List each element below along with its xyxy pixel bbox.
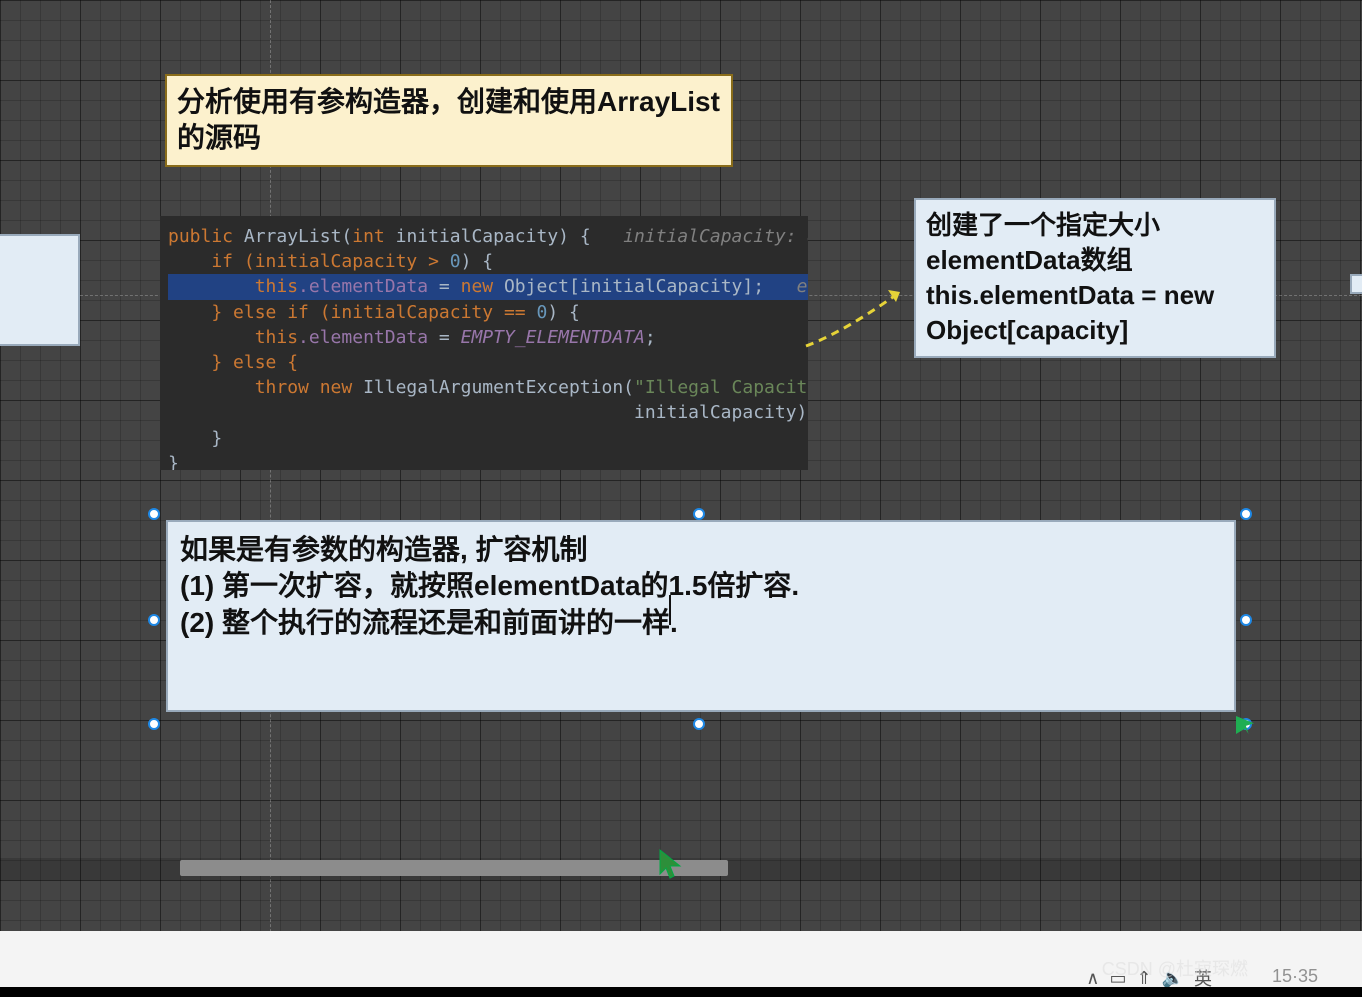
code-param: initialCapacity) { — [385, 226, 623, 247]
callout-line2: this.elementData = new Object[capacity] — [926, 278, 1264, 348]
code-class: ArrayList( — [233, 226, 352, 247]
code-throw-cls: IllegalArgumentException( — [352, 377, 634, 398]
selection-handle-nw[interactable] — [148, 508, 160, 520]
hl-obj: Object[initialCapacity]; — [493, 276, 796, 297]
code-elseif-end: ) { — [547, 302, 580, 323]
title-text: 分析使用有参构造器，创建和使用ArrayList 的源码 — [177, 86, 720, 153]
highlighted-line: this.elementData = new Object[initialCap… — [168, 274, 808, 299]
code-comment: initialCapacity: 8 — [623, 226, 808, 247]
offscreen-note-left[interactable] — [0, 234, 80, 346]
code-this2: this — [168, 327, 298, 348]
horizontal-scrollbar-thumb[interactable] — [180, 860, 728, 876]
title-note[interactable]: 分析使用有参构造器，创建和使用ArrayList 的源码 — [165, 74, 733, 167]
selection-handle-s[interactable] — [693, 718, 705, 730]
code-if: if (initialCapacity > — [168, 251, 450, 272]
code-throw: throw new — [168, 377, 352, 398]
code-zero: 0 — [450, 251, 461, 272]
selection-handle-w[interactable] — [148, 614, 160, 626]
code-const: EMPTY_ELEMENTDATA — [461, 327, 645, 348]
kw-int: int — [352, 226, 385, 247]
bottom-letterbox — [0, 987, 1362, 997]
callout-note[interactable]: 创建了一个指定大小elementData数组 this.elementData … — [914, 198, 1276, 358]
code-elseif: } else if (initialCapacity == — [168, 302, 536, 323]
hl-field: .elementData — [298, 276, 428, 297]
code-else: } else { — [168, 352, 298, 373]
selection-handle-n[interactable] — [693, 508, 705, 520]
code-zero2: 0 — [536, 302, 547, 323]
taskbar-clock[interactable]: 15·35 — [1272, 966, 1318, 987]
code-screenshot: public ArrayList(int initialCapacity) { … — [160, 216, 808, 470]
code-brace: ) { — [461, 251, 494, 272]
selection-handle-ne[interactable] — [1240, 508, 1252, 520]
hl-new: new — [461, 276, 494, 297]
selection-handle-sw[interactable] — [148, 718, 160, 730]
text-caret — [669, 595, 671, 625]
tray-chevron-icon[interactable]: ∧ — [1086, 968, 1099, 989]
notes-line3: (2) 整个执行的流程还是和前面讲的一样. — [180, 605, 1222, 641]
offscreen-note-right[interactable] — [1350, 274, 1362, 294]
callout-line1: 创建了一个指定大小elementData数组 — [926, 208, 1264, 278]
code-throw-str: "Illegal Capacity: " — [634, 377, 808, 398]
code-throw-arg: initialCapacity); — [168, 402, 808, 423]
code-close2: } — [168, 453, 179, 470]
notes-box[interactable]: 如果是有参数的构造器, 扩容机制 (1) 第一次扩容，就按照elementDat… — [166, 520, 1236, 712]
code-field2: .elementData — [298, 327, 428, 348]
kw-public: public — [168, 226, 233, 247]
hl-this: this — [168, 276, 298, 297]
notes-line1: 如果是有参数的构造器, 扩容机制 — [180, 532, 1222, 568]
selection-handle-e[interactable] — [1240, 614, 1252, 626]
notes-line2: (1) 第一次扩容，就按照elementData的1.5倍扩容. — [180, 568, 1222, 604]
code-semi: ; — [645, 327, 656, 348]
hl-comment: elementDat — [797, 276, 808, 297]
hl-assign: = — [428, 276, 461, 297]
code-close1: } — [168, 428, 222, 449]
code-assign2: = — [428, 327, 461, 348]
watermark-text: CSDN @杜寂琛燃 — [1102, 955, 1248, 981]
